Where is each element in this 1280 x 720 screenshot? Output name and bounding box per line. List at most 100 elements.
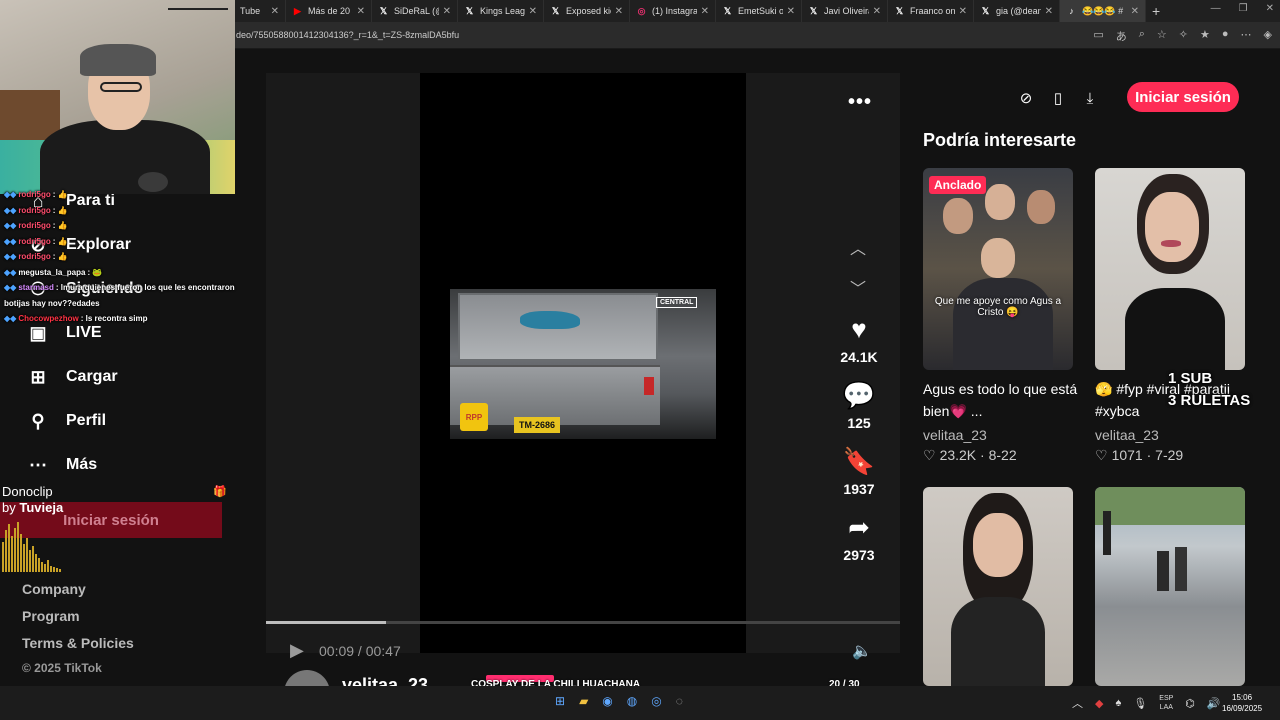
browser-tab[interactable]: ▶ Más de 20 S ✕ (286, 0, 372, 22)
browser-tab[interactable]: Tube ✕ (234, 0, 286, 22)
new-tab-button[interactable]: + (1152, 3, 1160, 19)
download-icon[interactable]: ⤓ (1074, 82, 1106, 114)
donoclip-by-label: by (2, 500, 16, 515)
more-options-icon[interactable]: ••• (848, 91, 872, 114)
share-button[interactable]: ➦ 2973 (832, 513, 886, 563)
chat-text: lmura quienes fueron los que les encontr… (60, 283, 235, 292)
video-progress-bar[interactable] (266, 621, 900, 624)
video-player[interactable]: TM-2686 RPP CENTRAL ▶ 00:09 / 00:47 🔈 (266, 73, 900, 660)
nav-item-label: LIVE (66, 324, 102, 341)
app-icon[interactable]: ◎ (651, 694, 661, 708)
license-plate: TM-2686 (514, 417, 560, 433)
tray-app-icon[interactable]: ◆ (1095, 697, 1103, 710)
rec-author-1[interactable]: velitaa_23 (923, 427, 987, 443)
chat-message: ◆◆ rodri5go: 👍 (4, 221, 68, 230)
browser-tab[interactable]: 𝕏gia (@deang ✕ (974, 0, 1060, 22)
nav-item-perfil[interactable]: ⚲ Perfil (26, 409, 106, 433)
comment-button[interactable]: 💬 125 (832, 381, 886, 431)
taskbar-clock[interactable]: 15:06 16/09/2025 (1222, 692, 1262, 714)
nav-item-live[interactable]: ▣ LIVE (26, 321, 102, 345)
reader-icon[interactable]: ▭ (1093, 28, 1103, 44)
browser-tab[interactable]: 𝕏 SiDeRaL (@ ✕ (372, 0, 458, 22)
nav-item-m-s[interactable]: ⋯ Más (26, 453, 97, 477)
rec-likes-1: 23.2K (939, 447, 977, 463)
rec-author-2[interactable]: velitaa_23 (1095, 427, 1159, 443)
rec-thumb-4[interactable] (1095, 487, 1245, 686)
browser-icon[interactable]: ◉ (602, 694, 612, 708)
waveform-bar (20, 534, 22, 572)
browser-tab[interactable]: ◎ (1) Instagra ✕ (630, 0, 716, 22)
chat-badge-icon: ◆◆ (4, 190, 17, 199)
network-icon[interactable]: ⌬ (1185, 697, 1195, 710)
nav-item-label: Perfil (66, 412, 107, 429)
tab-label: Kings Leagu (480, 6, 525, 16)
like-button[interactable]: ♥ 24.1K (832, 315, 886, 365)
rec-thumb-3[interactable] (923, 487, 1073, 686)
tab-close-icon[interactable]: ✕ (1131, 6, 1139, 17)
footer-link[interactable]: Company (22, 581, 86, 597)
tab-close-icon[interactable]: ✕ (1045, 6, 1053, 17)
rec-stats-2: ♡ 1071 · 7-29 (1095, 447, 1184, 463)
chevron-down-icon[interactable]: ﹀ (850, 275, 866, 299)
tab-close-icon[interactable]: ✕ (873, 6, 881, 17)
tray-app-icon[interactable]: ♠ (1115, 697, 1121, 709)
browser-tab[interactable]: 𝕏 EmetSuki or ✕ (716, 0, 802, 22)
language-indicator[interactable]: ESP LAA (1159, 694, 1173, 712)
footer-link[interactable]: Terms & Policies (22, 635, 134, 651)
chat-message: ◆◆ megusta_la_papa: 🐸 (4, 268, 102, 277)
favorite-star-icon[interactable]: ☆ (1157, 28, 1167, 44)
translate-icon[interactable]: あ (1116, 28, 1127, 44)
nav-item-label: Cargar (66, 368, 118, 385)
browser-tab[interactable]: 𝕏 Javi Oliveira ✕ (802, 0, 888, 22)
rec-thumb-2[interactable] (1095, 168, 1245, 370)
copilot-icon[interactable]: ◈ (1264, 28, 1272, 44)
browser-tab[interactable]: 𝕏 Fraanco on ✕ (888, 0, 974, 22)
favorites-icon[interactable]: ★ (1200, 28, 1210, 44)
tab-close-icon[interactable]: ✕ (443, 6, 451, 17)
login-button[interactable]: Iniciar sesión (1127, 82, 1239, 112)
waveform-bar (26, 538, 28, 572)
zoom-icon[interactable]: ⌕ (1139, 28, 1145, 44)
waveform-bar (56, 568, 58, 572)
url-text[interactable]: deo/7550588001412304136?_r=1&_t=ZS-8zmal… (236, 30, 459, 40)
tab-close-icon[interactable]: ✕ (615, 6, 623, 17)
extensions-icon[interactable]: ✧ (1179, 28, 1188, 44)
taskbar-apps: ⊞ ▰ ◉ ◍ ◎ ◌ (555, 694, 683, 708)
explorer-icon[interactable]: ▰ (579, 694, 588, 708)
close-window-icon[interactable]: ✕ (1266, 3, 1274, 14)
rec-thumb-1[interactable]: Anclado Que me apoye como Agus a Cristo … (923, 168, 1073, 370)
tab-close-icon[interactable]: ✕ (271, 6, 279, 17)
footer-link[interactable]: Program (22, 608, 80, 624)
profile-avatar-icon[interactable]: ● (1222, 28, 1229, 44)
browser-tab[interactable]: ♪ 😂😂😂 # ✕ (1060, 0, 1146, 22)
chevron-up-icon[interactable]: ︿ (850, 235, 866, 259)
tab-label: Fraanco on (910, 6, 955, 16)
save-button[interactable]: 🔖 1937 (832, 447, 886, 497)
speaker-icon[interactable]: 🔊 (1207, 697, 1221, 710)
tab-close-icon[interactable]: ✕ (787, 6, 795, 17)
tab-close-icon[interactable]: ✕ (959, 6, 967, 17)
tab-close-icon[interactable]: ✕ (701, 6, 709, 17)
app-icon[interactable]: ◍ (627, 694, 637, 708)
microphone-icon[interactable]: 🎙 (1133, 697, 1147, 710)
app-icon[interactable]: ◌ (676, 694, 683, 708)
rec-date-1: 8-22 (988, 447, 1017, 463)
minimize-icon[interactable]: — (1211, 3, 1221, 14)
comment-count: 125 (847, 415, 871, 431)
phone-icon[interactable]: ▯ (1042, 82, 1074, 114)
maximize-icon[interactable]: ❐ (1239, 3, 1248, 14)
share-count: 2973 (843, 547, 875, 563)
webcam-glasses (100, 82, 142, 92)
browser-tab[interactable]: 𝕏 Kings Leagu ✕ (458, 0, 544, 22)
tab-close-icon[interactable]: ✕ (529, 6, 537, 17)
tab-close-icon[interactable]: ✕ (357, 6, 365, 17)
rec-desc-1[interactable]: Agus es todo lo que está bien💗 ... (923, 378, 1083, 422)
nav-item-cargar[interactable]: ⊞ Cargar (26, 365, 118, 389)
start-icon[interactable]: ⊞ (555, 694, 565, 708)
menu-dots-icon[interactable]: ⋯ (1241, 28, 1252, 44)
tray-chevron-icon[interactable]: ︿ (1072, 695, 1083, 711)
volume-icon[interactable]: 🔈 (852, 641, 872, 661)
coins-icon[interactable]: ⊘ (1010, 82, 1042, 114)
play-icon[interactable]: ▶ (290, 640, 304, 661)
browser-tab[interactable]: 𝕏 Exposed kic ✕ (544, 0, 630, 22)
